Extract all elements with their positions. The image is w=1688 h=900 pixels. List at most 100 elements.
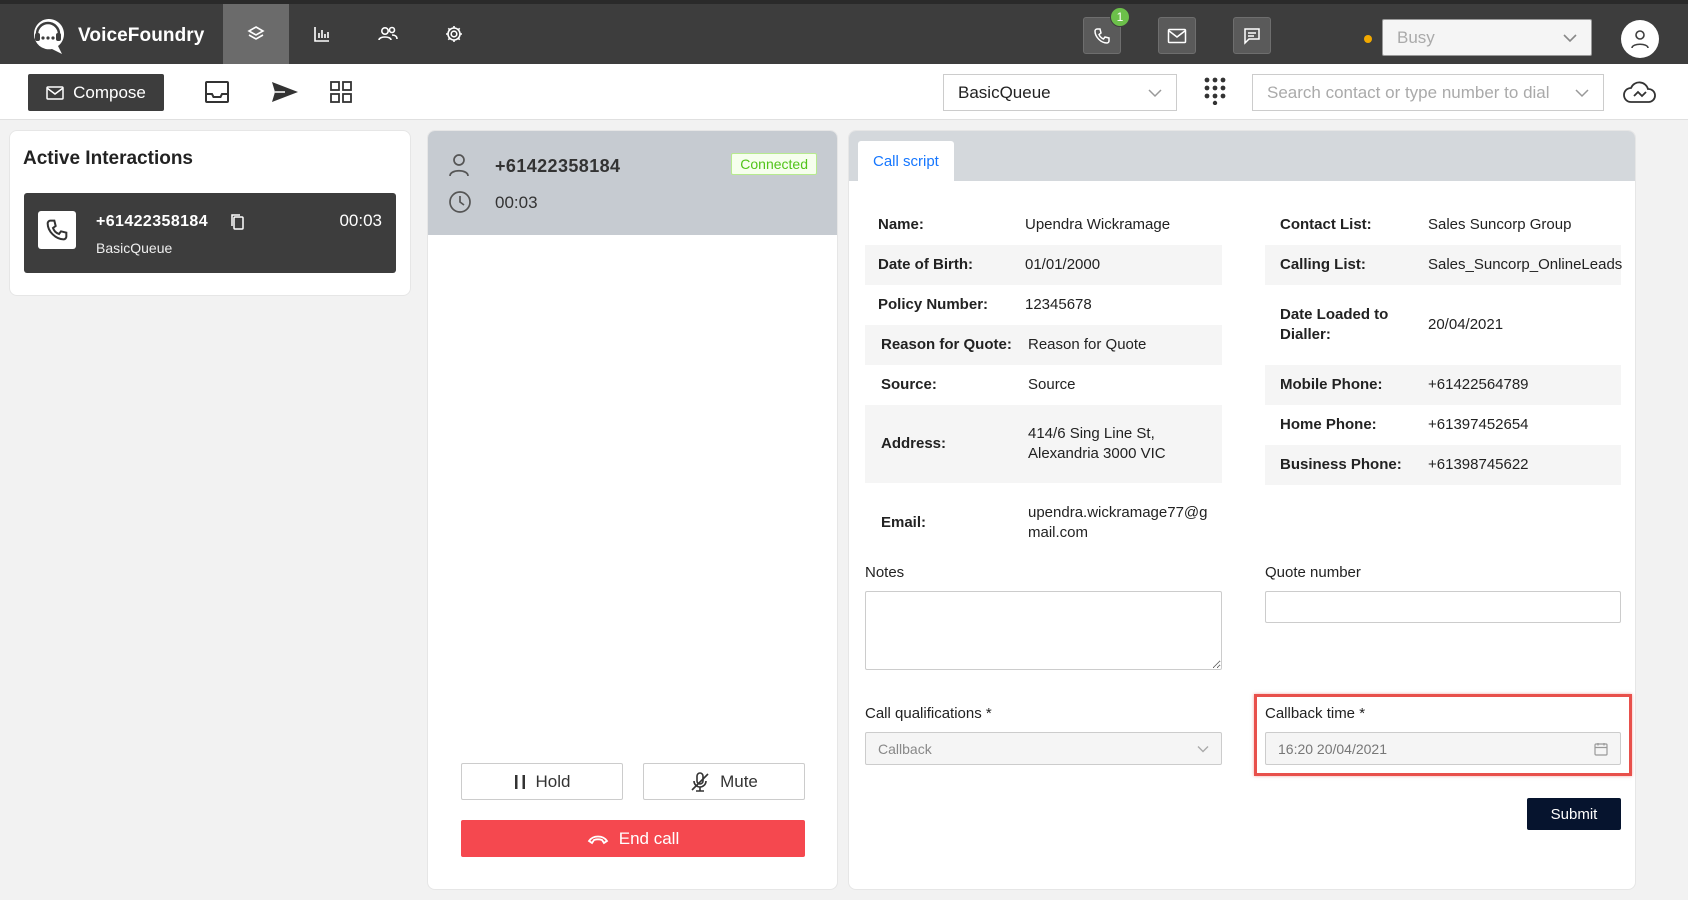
field-value: +61422564789 xyxy=(1428,376,1529,393)
user-icon xyxy=(1629,28,1651,50)
call-qualifications-label: Call qualifications * xyxy=(865,705,992,722)
interaction-queue: BasicQueue xyxy=(96,240,173,256)
field-label: Date of Birth: xyxy=(878,256,973,273)
chevron-down-icon xyxy=(1197,745,1209,753)
calendar-icon xyxy=(1594,742,1608,756)
quote-number-label: Quote number xyxy=(1265,564,1361,581)
dialpad-icon xyxy=(1204,77,1226,105)
field-row: Home Phone: +61397452654 xyxy=(1265,405,1621,445)
outbox-button[interactable] xyxy=(268,76,302,108)
tab-strip: Call script xyxy=(849,131,1635,181)
nav-reports[interactable] xyxy=(289,4,355,64)
field-row: Date Loaded to Dialler: 20/04/2021 xyxy=(1265,285,1621,365)
interaction-card[interactable]: +61422358184 BasicQueue 00:03 xyxy=(24,193,396,273)
field-row: Policy Number: 12345678 xyxy=(865,285,1222,325)
interaction-number: +61422358184 xyxy=(96,213,209,230)
user-icon xyxy=(448,153,470,177)
field-value: +61397452654 xyxy=(1428,416,1529,433)
field-row: Source: Source xyxy=(865,365,1222,405)
field-value: +61398745622 xyxy=(1428,456,1529,473)
field-label: Home Phone: xyxy=(1280,416,1377,433)
field-value: upendra.wickramage77@gmail.com xyxy=(1028,504,1208,541)
sub-bar: Compose BasicQueue xyxy=(0,64,1688,120)
interaction-timer: 00:03 xyxy=(339,211,382,230)
quote-number-input[interactable] xyxy=(1265,591,1621,623)
active-interactions-title: Active Interactions xyxy=(23,148,193,169)
notes-textarea[interactable] xyxy=(865,591,1222,670)
field-value: Sales Suncorp Group xyxy=(1428,216,1572,233)
bar-chart-icon xyxy=(312,24,332,44)
top-bar: VoiceFoundry 1 Busy xyxy=(0,0,1688,64)
field-label: Address: xyxy=(881,435,947,452)
copy-icon[interactable] xyxy=(230,213,246,231)
compose-button[interactable]: Compose xyxy=(28,74,164,111)
end-call-label: End call xyxy=(618,828,680,848)
field-value: Reason for Quote xyxy=(1028,336,1147,353)
field-value: 20/04/2021 xyxy=(1428,316,1504,333)
inbox-icon xyxy=(204,80,230,104)
call-header: +61422358184 Connected 00:03 xyxy=(428,131,837,235)
field-row: Date of Birth: 01/01/2000 xyxy=(865,245,1222,285)
hold-button[interactable]: Hold xyxy=(461,763,623,800)
chat-channel-button[interactable] xyxy=(1233,17,1271,54)
cloud-connection-button[interactable] xyxy=(1620,76,1660,110)
apps-grid-button[interactable] xyxy=(324,76,358,108)
call-status-badge: Connected xyxy=(731,153,817,175)
inbox-button[interactable] xyxy=(200,76,234,108)
field-value: 12345678 xyxy=(1025,296,1092,313)
field-row: Contact List: Sales Suncorp Group xyxy=(1265,205,1621,245)
field-label: Name: xyxy=(878,216,924,233)
queue-select[interactable]: BasicQueue xyxy=(943,74,1177,111)
field-value: Source xyxy=(1028,376,1076,393)
dial-search-field[interactable] xyxy=(1252,74,1604,111)
field-row: Mobile Phone: +61422564789 xyxy=(1265,365,1621,405)
dialpad-button[interactable] xyxy=(1200,75,1230,107)
field-value: Sales_Suncorp_OnlineLeads xyxy=(1428,256,1623,273)
chat-icon xyxy=(1243,27,1261,45)
field-label: Source: xyxy=(881,376,937,393)
chevron-down-icon xyxy=(1575,88,1589,98)
call-duration: 00:03 xyxy=(495,193,538,212)
field-row: Business Phone: +61398745622 xyxy=(1265,445,1621,485)
nav-workspace[interactable] xyxy=(223,4,289,64)
field-label: Email: xyxy=(881,514,927,531)
field-row: Calling List: Sales_Suncorp_OnlineLeads xyxy=(1265,245,1623,285)
avatar[interactable] xyxy=(1621,20,1659,58)
nav-contacts[interactable] xyxy=(355,4,421,64)
field-label: Business Phone: xyxy=(1280,456,1402,473)
status-select[interactable]: Busy xyxy=(1382,19,1592,56)
callback-time-picker[interactable]: 16:20 20/04/2021 xyxy=(1265,732,1621,765)
speech-bubble-headset-icon xyxy=(26,14,72,58)
call-qualifications-value: Callback xyxy=(878,740,932,757)
callback-time-value: 16:20 20/04/2021 xyxy=(1278,740,1387,757)
field-value: 01/01/2000 xyxy=(1025,256,1101,273)
notes-label: Notes xyxy=(865,564,905,581)
tab-call-script[interactable]: Call script xyxy=(858,141,954,181)
call-qualifications-select[interactable]: Callback xyxy=(865,732,1222,765)
clock-icon xyxy=(448,190,472,214)
field-row: Reason for Quote: Reason for Quote xyxy=(865,325,1222,365)
voice-channel-button[interactable]: 1 xyxy=(1083,7,1130,54)
mute-button[interactable]: Mute xyxy=(643,763,805,800)
submit-button[interactable]: Submit xyxy=(1527,798,1621,830)
field-label: Calling List: xyxy=(1280,256,1366,273)
field-label: Mobile Phone: xyxy=(1280,376,1383,393)
nav-settings[interactable] xyxy=(421,4,487,64)
field-label: Reason for Quote: xyxy=(881,336,1012,353)
dial-search-input[interactable] xyxy=(1267,82,1557,103)
compose-label: Compose xyxy=(73,82,146,102)
grid-icon xyxy=(329,80,353,104)
field-row: Address: 414/6 Sing Line St, Alexandria … xyxy=(865,405,1222,483)
hold-label: Hold xyxy=(535,771,571,791)
mail-icon xyxy=(1167,28,1187,44)
microphone-off-icon xyxy=(690,771,710,793)
callback-time-label: Callback time * xyxy=(1265,705,1366,722)
cloud-icon xyxy=(1622,78,1658,108)
field-label: Policy Number: xyxy=(878,296,989,313)
call-script-panel: Call script Name: Upendra Wickramage Dat… xyxy=(848,130,1636,890)
email-channel-button[interactable] xyxy=(1158,17,1196,54)
voice-badge: 1 xyxy=(1110,7,1130,27)
end-call-button[interactable]: End call xyxy=(461,820,805,857)
call-number: +61422358184 xyxy=(495,156,621,176)
chevron-down-icon xyxy=(1563,33,1577,43)
